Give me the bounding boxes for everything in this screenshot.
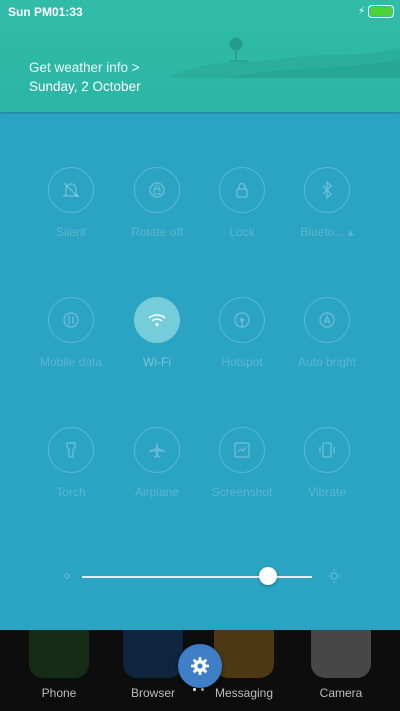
status-bar: Sun PM01:33 ⚡ [0, 0, 400, 22]
page-indicator [193, 688, 204, 691]
toggle-label: Torch [56, 485, 86, 499]
hotspot-icon [234, 312, 250, 328]
app-label: Phone [41, 686, 77, 700]
gear-icon [191, 657, 209, 675]
phone-icon[interactable] [29, 630, 89, 678]
date-label: Sunday, 2 October [29, 79, 141, 94]
toggle-circle[interactable] [48, 427, 94, 473]
status-time: Sun PM01:33 [8, 5, 83, 19]
page-dot [201, 688, 204, 691]
toggle-label: Silent [55, 225, 87, 239]
bell-off-icon [62, 182, 80, 198]
toggle-bluetooth[interactable]: Blueto... ▴ [277, 167, 377, 257]
bluetooth-icon [322, 180, 333, 200]
bolt-icon: ⚡ [357, 6, 365, 17]
camera-icon[interactable] [311, 630, 371, 678]
toggle-torch[interactable]: Torch [21, 427, 121, 517]
mobile-data-icon [63, 312, 79, 328]
toggle-label: Mobile data [39, 355, 103, 369]
toggle-label: Auto bright [297, 355, 357, 369]
toggle-circle[interactable] [48, 297, 94, 343]
vibrate-icon [319, 442, 335, 458]
airplane-icon [149, 442, 165, 458]
toggle-circle[interactable] [134, 427, 180, 473]
brightness-low-icon [64, 573, 70, 579]
battery-icon [368, 5, 394, 18]
page-dot [193, 688, 196, 691]
weather-info-link[interactable]: Get weather info > [29, 60, 140, 75]
toggle-circle[interactable] [48, 167, 94, 213]
toggle-bell-off[interactable]: Silent [21, 167, 121, 257]
app-label: Camera [319, 686, 363, 700]
toggle-circle[interactable] [134, 297, 180, 343]
toggle-label: Vibrate [308, 485, 346, 499]
brightness-track[interactable] [82, 576, 312, 578]
toggle-circle[interactable] [219, 427, 265, 473]
browser-icon[interactable] [123, 630, 183, 678]
toggle-circle[interactable] [219, 297, 265, 343]
brightness-thumb[interactable] [259, 567, 278, 585]
toggle-label: Blueto... ▴ [300, 225, 354, 239]
toggle-auto-brightness[interactable]: Auto bright [277, 297, 377, 387]
app-label: Messaging [214, 686, 274, 700]
landscape-illustration [170, 37, 400, 78]
brightness-slider[interactable] [62, 567, 342, 587]
dock-app-camera[interactable]: Camera [291, 630, 391, 700]
lock-icon [236, 182, 248, 198]
torch-icon [66, 442, 76, 458]
toggle-circle[interactable] [219, 167, 265, 213]
battery-indicator: ⚡ [358, 5, 394, 18]
toggle-vibrate[interactable]: Vibrate [277, 427, 377, 517]
wifi-icon [148, 314, 166, 327]
battery-fill [370, 7, 392, 16]
screenshot-icon [234, 442, 250, 458]
app-label: Browser [130, 686, 175, 700]
toggle-circle[interactable] [304, 427, 350, 473]
settings-button[interactable] [178, 644, 222, 688]
toggle-circle[interactable] [304, 297, 350, 343]
toggle-circle[interactable] [304, 167, 350, 213]
brightness-high-icon [327, 569, 341, 583]
rotate-lock-icon [149, 182, 165, 198]
messaging-icon[interactable] [214, 630, 274, 678]
dock-app-phone[interactable]: Phone [9, 630, 109, 700]
auto-brightness-icon [319, 312, 335, 328]
toggle-mobile-data[interactable]: Mobile data [21, 297, 121, 387]
toggle-circle[interactable] [134, 167, 180, 213]
